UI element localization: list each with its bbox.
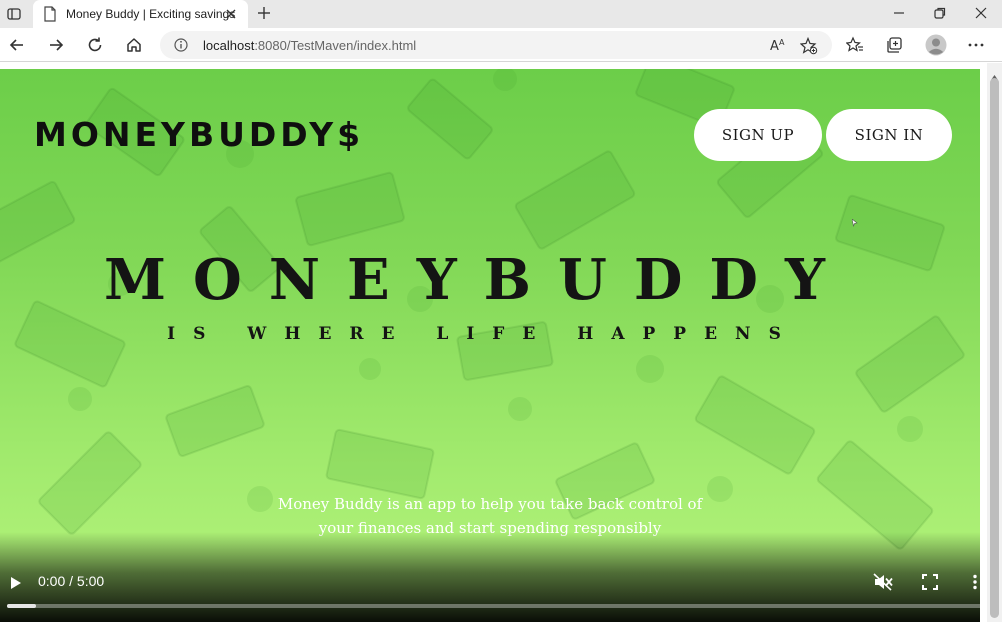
play-icon[interactable]: [9, 575, 23, 596]
tab-title: Money Buddy | Exciting savings: [66, 7, 236, 21]
hero-video[interactable]: MONEYBUDDY$ SIGN UP SIGN IN MONEYBUDDY I…: [0, 69, 980, 622]
fullscreen-icon[interactable]: [922, 574, 938, 595]
window-close-icon[interactable]: [974, 6, 988, 25]
address-bar[interactable]: localhost:8080/TestMaven/index.html A A: [160, 31, 832, 59]
collections-icon[interactable]: [886, 36, 904, 59]
profile-avatar[interactable]: [925, 34, 947, 61]
read-aloud-icon[interactable]: A A: [769, 37, 787, 58]
video-progress-fill: [7, 604, 36, 608]
active-tab[interactable]: Money Buddy | Exciting savings: [33, 0, 248, 28]
browser-toolbar: localhost:8080/TestMaven/index.html A A: [0, 28, 1002, 62]
svg-text:A: A: [779, 38, 785, 47]
forward-arrow-icon[interactable]: [47, 36, 65, 59]
favorites-icon[interactable]: [845, 36, 864, 59]
url-text[interactable]: localhost:8080/TestMaven/index.html: [203, 38, 416, 53]
info-icon[interactable]: [174, 38, 188, 57]
tab-close-icon[interactable]: [225, 7, 237, 25]
page-icon: [43, 6, 57, 27]
minimize-icon[interactable]: [892, 6, 906, 25]
page-viewport: MONEYBUDDY$ SIGN UP SIGN IN MONEYBUDDY I…: [0, 63, 987, 622]
add-favorite-icon[interactable]: [799, 36, 818, 60]
video-controls-bar: [0, 532, 980, 622]
scrollbar-thumb[interactable]: [990, 78, 999, 618]
hero-title: MONEYBUDDY: [104, 247, 852, 313]
new-tab-plus-icon[interactable]: [257, 6, 271, 25]
muted-speaker-icon[interactable]: [873, 573, 893, 596]
mouse-cursor-icon: [851, 214, 858, 232]
home-icon[interactable]: [125, 36, 143, 59]
url-path: :8080/TestMaven/index.html: [254, 38, 417, 53]
reload-icon[interactable]: [86, 36, 104, 59]
sign-in-button[interactable]: SIGN IN: [826, 109, 952, 161]
page-scrollbar[interactable]: [987, 63, 1002, 622]
tab-strip: Money Buddy | Exciting savings: [0, 0, 1002, 28]
hero-subtitle: IS WHERE LIFE HAPPENS: [167, 324, 799, 344]
more-icon[interactable]: [967, 36, 985, 59]
url-host: localhost: [203, 38, 255, 53]
sign-up-button[interactable]: SIGN UP: [694, 109, 822, 161]
video-time: 0:00 / 5:00: [38, 573, 105, 589]
video-progress-track[interactable]: [7, 604, 980, 608]
restore-icon[interactable]: [933, 6, 947, 25]
vertical-dots-icon[interactable]: [972, 574, 978, 595]
site-logo[interactable]: MONEYBUDDY$: [34, 115, 364, 154]
tab-actions-icon[interactable]: [6, 6, 22, 22]
back-arrow-icon[interactable]: [8, 36, 26, 59]
svg-text:A: A: [770, 39, 779, 53]
